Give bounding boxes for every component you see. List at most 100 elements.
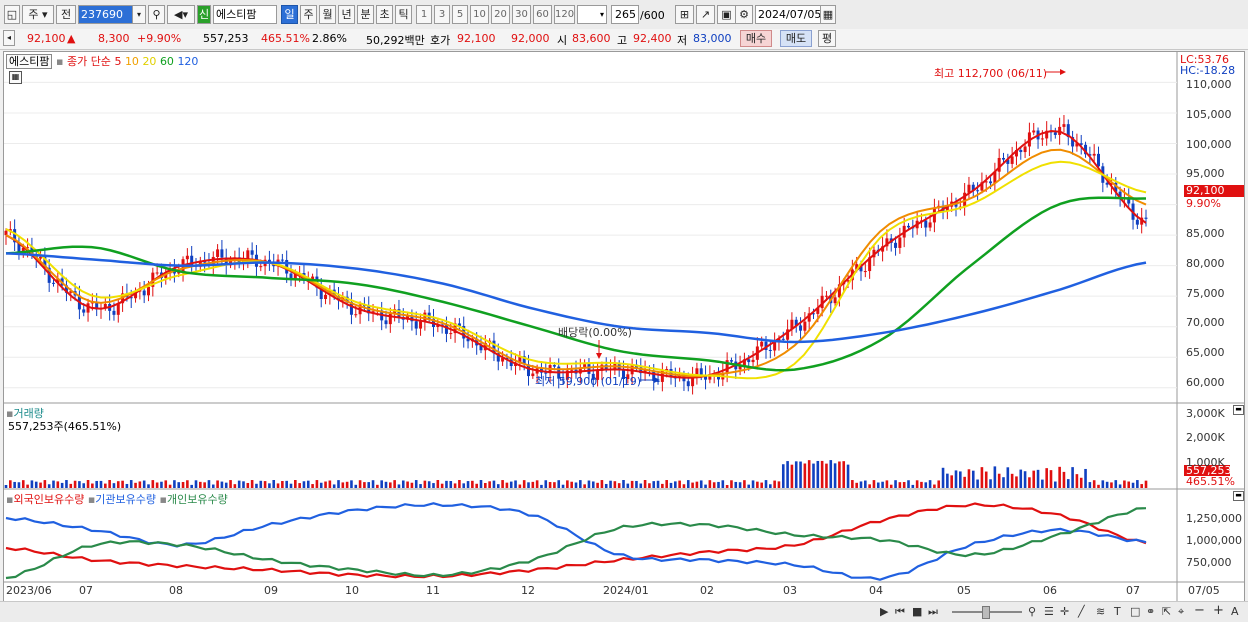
volume-bar [725,484,729,488]
x-label: 2024/01 [603,584,649,597]
first-page-icon[interactable]: ⏮ [895,605,905,619]
export-icon[interactable]: ⇱ [1162,605,1171,618]
candle-body [1023,146,1027,153]
volume-bar [764,480,768,488]
volume-bar [384,481,388,488]
font-size-icon[interactable]: A [1231,605,1239,618]
stop-icon[interactable]: ■ [912,605,922,618]
candle-body [1092,153,1096,156]
last-volume-rate: 465.51% [1186,475,1235,488]
zoom-slider-handle[interactable] [982,606,990,619]
volume-bar [69,483,73,488]
volume-value-label: 557,253주(465.51%) [8,420,122,433]
maximize-icon[interactable]: ▬ [1233,405,1244,415]
crosshair-icon[interactable]: ✛ [1060,605,1069,618]
volume-bar [596,482,599,488]
candle-body [552,365,556,367]
candle-body [1135,219,1139,225]
volume-bar [682,484,686,488]
volume-bar [661,483,664,488]
low-arrowhead [654,377,660,383]
volume-bar [233,484,237,488]
volume-bar [151,480,155,488]
high-note: 최고 112,700 (06/11) [934,67,1048,80]
candle-body [142,290,146,296]
text-tool-icon[interactable]: T [1114,605,1121,618]
zoom-out-icon[interactable]: − [1194,603,1205,618]
volume-bar [306,480,310,488]
volume-bar [946,473,949,488]
volume-bar [769,484,772,488]
volume-bar [250,480,254,488]
x-label: 12 [521,584,535,597]
line-tool-icon[interactable]: ╱ [1078,605,1085,618]
volume-bar [626,483,630,488]
candle-body [1040,138,1044,140]
volume-bar [557,480,561,488]
ma60-label: 60 [159,55,174,68]
candle-body [768,349,772,351]
volume-bar [820,460,824,488]
volume-bar [579,480,582,488]
volume-bar [881,481,884,488]
chart-tool-icon[interactable]: ☰ [1044,605,1054,618]
shape-tool-icon[interactable]: □ [1130,605,1140,618]
volume-bar [566,480,569,488]
x-label: 08 [169,584,183,597]
fibo-icon[interactable]: ≋ [1096,605,1105,618]
link-icon[interactable]: ⚭ [1146,605,1155,618]
volume-bar [73,480,77,488]
volume-bar [60,482,64,488]
volume-bar [302,481,306,488]
volume-bar [1127,481,1131,488]
volume-bar [665,480,668,488]
volume-bars [4,460,1148,488]
candle-body [833,297,837,304]
scroll-right-icon[interactable]: ▶ [880,605,888,618]
settings-icon[interactable]: ⚲ [1028,605,1036,618]
x-label: 05 [957,584,971,597]
last-page-icon[interactable]: ⏭ [928,605,938,619]
volume-bar [1075,474,1079,488]
volume-bar [108,480,111,488]
last-rate-label: 9.90% [1186,197,1221,210]
candle-body [686,381,690,387]
volume-bar [514,480,517,488]
volume-bar [885,480,889,488]
volume-bar [121,480,124,488]
hold-tick: 1,000,000 [1186,534,1242,547]
volume-bar [367,482,371,488]
volume-bar [203,482,206,488]
volume-bar [224,482,228,488]
volume-bar [730,480,733,488]
volume-bar [319,482,323,488]
volume-bar [838,461,841,488]
volume-bar [43,480,47,488]
zoom-in-icon[interactable]: + [1213,603,1224,618]
stock-tag[interactable]: 에스티팜 [6,54,53,69]
volume-bar [1062,471,1066,488]
volume-bar [1136,480,1139,488]
volume-bar [738,482,742,488]
volume-bar [535,480,539,488]
volume-bar [540,484,543,488]
maximize-icon[interactable]: ▬ [1233,491,1244,501]
volume-bar [350,480,353,488]
candle-body [898,237,902,248]
volume-bar [678,480,681,488]
vol-tick: 3,000K [1186,407,1225,420]
volume-bar [406,481,409,488]
volume-bar [1140,484,1143,488]
volume-bar [125,483,129,488]
y-tick: 110,000 [1186,78,1232,91]
volume-bar [816,460,820,488]
candle-body [414,321,418,329]
gridlines [4,81,1177,389]
volume-bar [440,483,444,488]
volume-bar [600,480,604,488]
pin-icon[interactable]: ⌖ [1178,605,1184,619]
volume-bar [423,480,427,488]
ma10-label: 10 [124,55,139,68]
volume-bar [928,480,932,488]
table-icon[interactable]: ▦ [9,71,22,84]
